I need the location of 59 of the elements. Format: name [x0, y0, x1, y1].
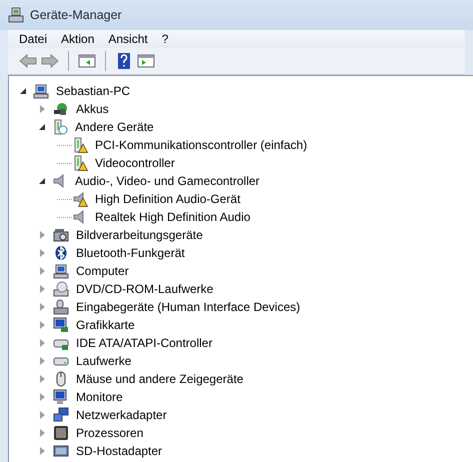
network-icon — [53, 407, 69, 423]
device-item[interactable]: Prozessoren — [74, 425, 146, 441]
device-item[interactable]: Andere Geräte — [73, 119, 156, 135]
expand-icon[interactable] — [40, 105, 45, 113]
console-icon[interactable] — [78, 52, 96, 70]
battery-icon — [53, 101, 69, 117]
device-item[interactable]: Eingabegeräte (Human Interface Devices) — [74, 299, 302, 315]
device-item[interactable]: PCI-Kommunikationscontroller (einfach) — [93, 137, 310, 153]
device-item[interactable]: Mäuse und andere Zeigegeräte — [74, 371, 246, 387]
expand-icon[interactable] — [40, 303, 45, 311]
device-item[interactable]: Computer — [74, 263, 131, 279]
expand-icon[interactable] — [40, 393, 45, 401]
computer-icon — [33, 83, 49, 99]
computer-icon — [53, 263, 69, 279]
collapse-icon[interactable] — [39, 178, 45, 184]
device-item[interactable]: DVD/CD-ROM-Laufwerke — [74, 281, 216, 297]
expand-icon[interactable] — [40, 411, 45, 419]
device-item[interactable]: Laufwerke — [74, 353, 134, 369]
menu-item[interactable]: Ansicht — [101, 32, 155, 46]
collapse-icon[interactable] — [20, 88, 26, 94]
device-item[interactable]: Monitore — [74, 389, 125, 405]
menu-item[interactable]: Datei — [12, 32, 54, 46]
device-item[interactable]: Bluetooth-Funkgerät — [74, 245, 187, 261]
monitor-icon — [53, 389, 69, 405]
device-item[interactable]: Bildverarbeitungsgeräte — [74, 227, 205, 243]
device-item[interactable]: Grafikkarte — [74, 317, 137, 333]
menu-item[interactable]: Aktion — [54, 32, 102, 46]
device-item[interactable]: Netzwerkadapter — [74, 407, 169, 423]
computer-name[interactable]: Sebastian-PC — [54, 83, 132, 99]
expand-icon[interactable] — [40, 285, 45, 293]
expand-icon[interactable] — [40, 231, 45, 239]
computer-icon — [8, 7, 24, 23]
expand-icon[interactable] — [40, 249, 45, 257]
expand-icon[interactable] — [40, 357, 45, 365]
display-adapter-icon — [53, 317, 69, 333]
expand-icon[interactable] — [40, 375, 45, 383]
expand-icon[interactable] — [40, 267, 45, 275]
disc-drive-icon — [53, 281, 69, 297]
card-icon — [53, 443, 69, 459]
panel-icon[interactable] — [137, 52, 155, 70]
device-item[interactable]: Akkus — [74, 101, 111, 117]
camera-icon — [53, 227, 69, 243]
chip-icon — [53, 425, 69, 441]
device-item[interactable]: SD-Hostadapter — [74, 443, 164, 459]
bluetooth-icon — [53, 245, 69, 261]
device-item[interactable]: IDE ATA/ATAPI-Controller — [74, 335, 214, 351]
device-item[interactable]: High Definition Audio-Gerät — [93, 191, 242, 207]
help-icon[interactable] — [115, 52, 133, 70]
expand-icon[interactable] — [40, 339, 45, 347]
collapse-icon[interactable] — [39, 124, 45, 130]
expand-icon[interactable] — [40, 321, 45, 329]
expand-icon[interactable] — [40, 429, 45, 437]
window-title: Geräte-Manager — [30, 8, 122, 22]
unknown-device-icon — [52, 119, 68, 135]
menu-item[interactable]: ? — [154, 32, 176, 46]
expand-icon[interactable] — [40, 447, 45, 455]
device-item[interactable]: Videocontroller — [93, 155, 177, 171]
device-item[interactable]: Audio-, Video- und Gamecontroller — [73, 173, 262, 189]
device-item[interactable]: Realtek High Definition Audio — [93, 209, 252, 225]
